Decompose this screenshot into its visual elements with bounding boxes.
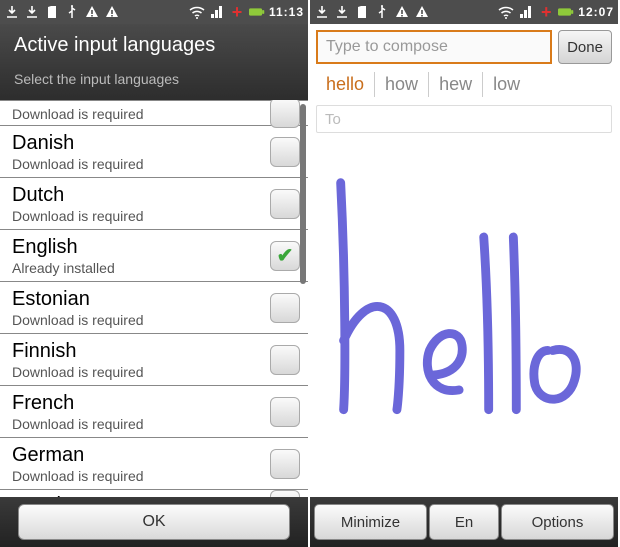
list-item-name: German <box>12 444 270 466</box>
download-icon <box>4 4 20 20</box>
warning-icon <box>394 4 410 20</box>
signal-icon <box>209 4 225 20</box>
warning-icon <box>84 4 100 20</box>
list-item[interactable]: Dutch Download is required <box>0 178 308 230</box>
ime-bottom-bar: Minimize En Options <box>310 497 618 547</box>
sd-card-icon <box>354 4 370 20</box>
language-button[interactable]: En <box>429 504 499 540</box>
dialog-header: Active input languages Select the input … <box>0 24 308 100</box>
checkbox[interactable] <box>270 293 300 323</box>
list-item[interactable]: German Download is required <box>0 438 308 490</box>
checkbox[interactable] <box>270 397 300 427</box>
sd-card-icon <box>44 4 60 20</box>
suggestion[interactable]: hello <box>316 72 375 97</box>
download-icon <box>24 4 40 20</box>
list-item-sub: Already installed <box>12 260 270 276</box>
wifi-icon <box>498 4 514 20</box>
compose-input[interactable]: Type to compose <box>316 30 552 64</box>
clock: 12:07 <box>578 5 614 19</box>
list-item-sub: Download is required <box>12 156 270 172</box>
list-item[interactable]: Finnish Download is required <box>0 334 308 386</box>
list-item-name: Estonian <box>12 288 270 310</box>
list-item-sub: Download is required <box>12 208 270 224</box>
dialog-title: Active input languages <box>14 34 294 57</box>
list-item[interactable]: Download is required <box>0 100 308 126</box>
list-item-name: French <box>12 392 270 414</box>
suggestion[interactable]: low <box>483 72 530 97</box>
status-bar-right: + 12:07 <box>310 0 618 24</box>
checkbox[interactable] <box>270 241 300 271</box>
checkbox[interactable] <box>270 345 300 375</box>
left-phone: + 11:13 Active input languages Select th… <box>0 0 310 547</box>
compose-placeholder: Type to compose <box>326 38 448 56</box>
suggestion[interactable]: how <box>375 72 429 97</box>
scrollbar[interactable] <box>300 104 306 284</box>
usb-icon <box>64 4 80 20</box>
list-item[interactable]: Greek <box>0 490 308 497</box>
warning-icon <box>104 4 120 20</box>
battery-icon <box>249 4 265 20</box>
signal-icon <box>518 4 534 20</box>
list-item-name: Finnish <box>12 340 270 362</box>
checkbox[interactable] <box>270 137 300 167</box>
handwriting-canvas[interactable] <box>310 133 618 497</box>
list-item[interactable]: French Download is required <box>0 386 308 438</box>
dialog-subtitle: Select the input languages <box>14 71 294 87</box>
checkbox[interactable] <box>270 100 300 128</box>
suggestion[interactable]: hew <box>429 72 483 97</box>
minimize-button[interactable]: Minimize <box>314 504 427 540</box>
list-item[interactable]: English Already installed <box>0 230 308 282</box>
status-bar-left: + 11:13 <box>0 0 308 24</box>
list-item-sub: Download is required <box>12 106 270 122</box>
checkbox[interactable] <box>270 490 300 497</box>
list-item-name: English <box>12 236 270 258</box>
download-icon <box>334 4 350 20</box>
usb-icon <box>374 4 390 20</box>
handwriting-stroke <box>316 163 612 459</box>
language-list[interactable]: Download is required Danish Download is … <box>0 100 308 497</box>
checkbox[interactable] <box>270 449 300 479</box>
to-field[interactable]: To <box>316 105 612 133</box>
list-item-sub: Download is required <box>12 312 270 328</box>
list-item[interactable]: Danish Download is required <box>0 126 308 178</box>
list-item-name: Danish <box>12 132 270 154</box>
download-icon <box>314 4 330 20</box>
to-placeholder: To <box>325 111 341 128</box>
suggestion-bar: hello how hew low <box>310 70 618 99</box>
compose-row: Type to compose Done <box>310 24 618 70</box>
list-item-name: Dutch <box>12 184 270 206</box>
list-item[interactable]: Estonian Download is required <box>0 282 308 334</box>
done-button[interactable]: Done <box>558 30 612 64</box>
wifi-icon <box>189 4 205 20</box>
plus-icon: + <box>538 4 554 20</box>
list-item-sub: Download is required <box>12 416 270 432</box>
clock: 11:13 <box>269 5 304 19</box>
plus-icon: + <box>229 4 245 20</box>
dialog-button-bar: OK <box>0 497 308 547</box>
right-phone: + 12:07 Type to compose Done hello how h… <box>310 0 620 547</box>
list-item-sub: Download is required <box>12 364 270 380</box>
options-button[interactable]: Options <box>501 504 614 540</box>
battery-icon <box>558 4 574 20</box>
ok-button[interactable]: OK <box>18 504 289 540</box>
list-item-sub: Download is required <box>12 468 270 484</box>
checkbox[interactable] <box>270 189 300 219</box>
warning-icon <box>414 4 430 20</box>
